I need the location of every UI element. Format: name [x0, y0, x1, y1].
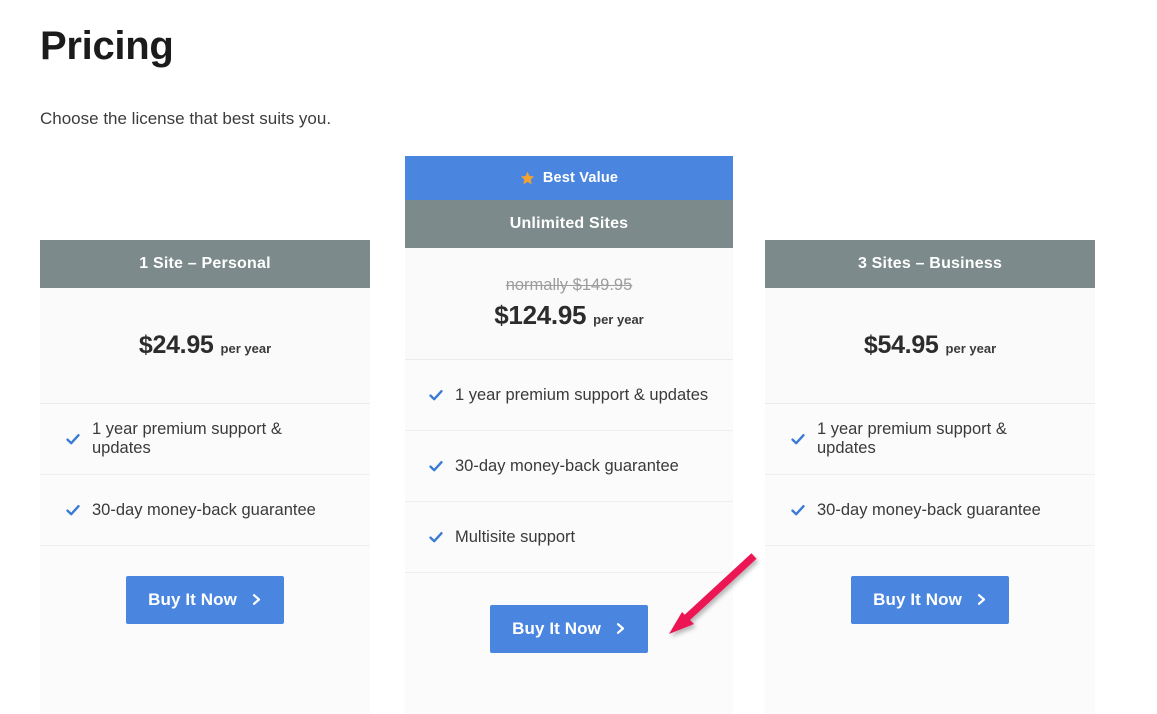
price-main-unlimited: $124.95 per year [494, 300, 643, 331]
feature-list-unlimited: 1 year premium support & updates 30-day … [405, 360, 733, 573]
page-subtitle: Choose the license that best suits you. [40, 109, 332, 128]
check-icon [790, 502, 806, 518]
feature-row: Multisite support [405, 502, 733, 573]
buy-it-now-label: Buy It Now [512, 619, 601, 638]
pricing-card-personal: 1 Site – Personal $24.95 per year 1 year… [40, 240, 370, 714]
chevron-right-icon [251, 593, 262, 606]
card-title-business: 3 Sites – Business [765, 240, 1095, 288]
star-icon [520, 171, 535, 186]
feature-label: 1 year premium support & updates [92, 420, 282, 457]
check-icon [428, 458, 444, 474]
pricing-page: Pricing Choose the license that best sui… [0, 0, 1157, 714]
feature-row: 1 year premium support & updates [405, 360, 733, 431]
pricing-card-business: 3 Sites – Business $54.95 per year 1 yea… [765, 240, 1095, 714]
price-amount-personal: $24.95 [138, 331, 214, 359]
best-value-banner: Best Value [405, 156, 733, 200]
price-period-business: per year [945, 341, 997, 356]
feature-row: 30-day money-back guarantee [405, 431, 733, 502]
price-strike-unlimited: normally $149.95 [505, 276, 633, 294]
buy-it-now-button-unlimited[interactable]: Buy It Now [490, 605, 648, 653]
check-icon [790, 431, 806, 447]
price-main-business: $54.95 per year [864, 331, 996, 360]
buy-it-now-button-business[interactable]: Buy It Now [851, 576, 1009, 624]
price-period-unlimited: per year [593, 312, 644, 327]
check-icon [428, 529, 444, 545]
buy-it-now-button-personal[interactable]: Buy It Now [126, 576, 284, 624]
price-amount-unlimited: $124.95 [494, 300, 587, 330]
feature-list-business: 1 year premium support & updates 30-day … [765, 404, 1095, 546]
check-icon [65, 502, 81, 518]
feature-row: 30-day money-back guarantee [40, 475, 370, 546]
page-title: Pricing [40, 24, 174, 68]
price-period-personal: per year [220, 341, 272, 356]
price-main-personal: $24.95 per year [139, 331, 271, 360]
buy-it-now-label: Buy It Now [148, 590, 237, 609]
feature-label: Multisite support [455, 527, 576, 546]
card-title-personal: 1 Site – Personal [40, 240, 370, 288]
chevron-right-icon [976, 593, 987, 606]
feature-row: 1 year premium support & updates [40, 404, 370, 475]
pricing-card-unlimited: Best Value Unlimited Sites normally $149… [405, 156, 733, 714]
buy-it-now-label: Buy It Now [873, 590, 962, 609]
feature-row: 30-day money-back guarantee [765, 475, 1095, 546]
feature-list-personal: 1 year premium support & updates 30-day … [40, 404, 370, 546]
feature-row: 1 year premium support & updates [765, 404, 1095, 475]
feature-label: 30-day money-back guarantee [455, 456, 679, 475]
price-block-unlimited: normally $149.95 $124.95 per year [405, 248, 733, 360]
chevron-right-icon [615, 622, 626, 635]
cta-area-unlimited: Buy It Now [405, 573, 733, 714]
feature-label: 1 year premium support & updates [817, 420, 1007, 457]
feature-label: 1 year premium support & updates [455, 385, 709, 404]
price-block-personal: $24.95 per year [40, 288, 370, 404]
cta-area-personal: Buy It Now [40, 546, 370, 714]
price-amount-business: $54.95 [863, 331, 939, 359]
card-title-unlimited: Unlimited Sites [405, 200, 733, 248]
check-icon [428, 387, 444, 403]
feature-label: 30-day money-back guarantee [817, 500, 1041, 519]
best-value-label: Best Value [542, 170, 619, 186]
feature-label: 30-day money-back guarantee [92, 500, 316, 519]
cta-area-business: Buy It Now [765, 546, 1095, 714]
price-block-business: $54.95 per year [765, 288, 1095, 404]
check-icon [65, 431, 81, 447]
